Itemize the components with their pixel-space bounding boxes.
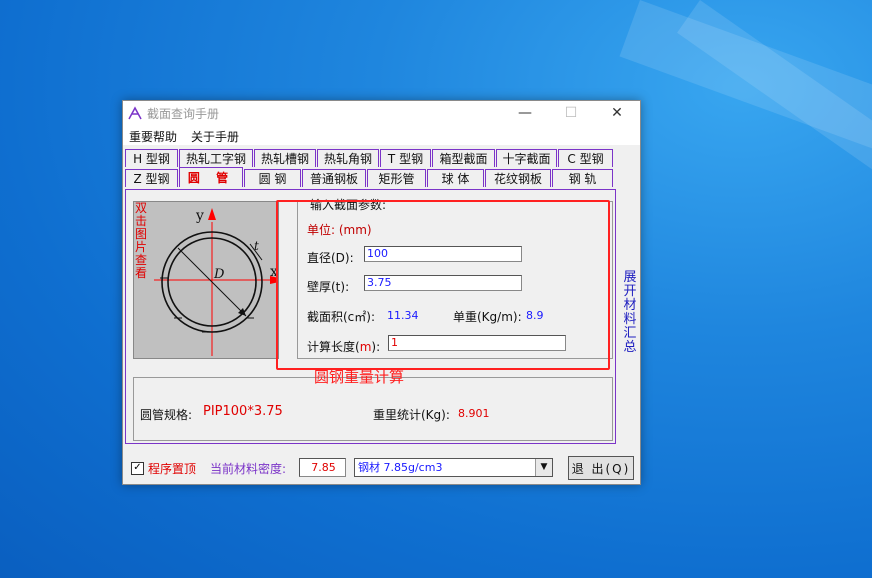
menu-help[interactable]: 重要帮助: [129, 128, 177, 145]
spec-value: PIP100*3.75: [203, 404, 283, 419]
window-title: 截面查询手册: [147, 107, 220, 121]
tab-t-beam[interactable]: T 型钢: [380, 149, 431, 167]
close-button[interactable]: ✕: [594, 101, 640, 125]
tab-round-tube[interactable]: 圆 管: [179, 167, 243, 187]
density-input[interactable]: 7.85: [299, 458, 346, 477]
topmost-label[interactable]: 程序置顶: [148, 460, 196, 477]
total-weight-label: 重里统计(Kg):: [373, 408, 450, 422]
menu-about[interactable]: 关于手册: [191, 128, 239, 145]
tab-round-bar[interactable]: 圆 钢: [244, 169, 301, 187]
maximize-button[interactable]: ☐: [548, 101, 594, 125]
tab-plain-plate[interactable]: 普通钢板: [302, 169, 366, 187]
tab-rect-tube[interactable]: 矩形管: [367, 169, 426, 187]
tab-box-section[interactable]: 箱型截面: [432, 149, 495, 167]
tab-z-beam[interactable]: Z 型钢: [125, 169, 178, 187]
axis-y-label: y: [195, 208, 204, 224]
topmost-checkbox[interactable]: ✓: [131, 462, 144, 475]
dropdown-arrow-icon[interactable]: ▼: [535, 459, 552, 476]
title-bar[interactable]: 截面查询手册 — ☐ ✕: [123, 101, 640, 125]
material-select-value: 钢材 7.85g/cm3: [358, 461, 443, 474]
tab-sphere[interactable]: 球 体: [427, 169, 484, 187]
diameter-label: D: [213, 267, 225, 282]
tab-h-beam[interactable]: H 型钢: [125, 149, 178, 167]
app-icon: [128, 106, 142, 120]
expand-material-summary-button[interactable]: 展开材料汇总: [623, 271, 637, 355]
tab-cross-section[interactable]: 十字截面: [496, 149, 557, 167]
tab-hot-rolled-i-beam[interactable]: 热轧工字钢: [179, 149, 253, 167]
exit-button[interactable]: 退 出(Q): [568, 456, 634, 480]
tab-hot-rolled-angle[interactable]: 热轧角钢: [317, 149, 379, 167]
minimize-button[interactable]: —: [502, 101, 548, 125]
bottom-bar: ✓ 程序置顶 当前材料密度: 7.85 钢材 7.85g/cm3 ▼ 退 出(Q…: [123, 453, 640, 483]
menu-bar: 重要帮助 关于手册: [123, 125, 640, 145]
round-tube-diagram: y x D t: [154, 208, 278, 356]
annotation-caption: 圆钢重量计算: [314, 368, 405, 386]
tab-c-beam[interactable]: C 型钢: [558, 149, 613, 167]
tab-hot-rolled-channel[interactable]: 热轧槽钢: [254, 149, 316, 167]
section-figure[interactable]: 双击图片查看 y x D t: [133, 201, 279, 359]
tab-rail[interactable]: 钢 轨: [552, 169, 613, 187]
material-select[interactable]: 钢材 7.85g/cm3 ▼: [354, 458, 553, 477]
total-weight-value: 8.901: [458, 407, 490, 420]
tab-checkered-plate[interactable]: 花纹钢板: [485, 169, 551, 187]
density-label: 当前材料密度:: [210, 462, 287, 476]
annotation-highlight-box: [276, 200, 610, 370]
thickness-label: t: [254, 239, 259, 253]
spec-label: 圆管规格:: [140, 408, 193, 422]
